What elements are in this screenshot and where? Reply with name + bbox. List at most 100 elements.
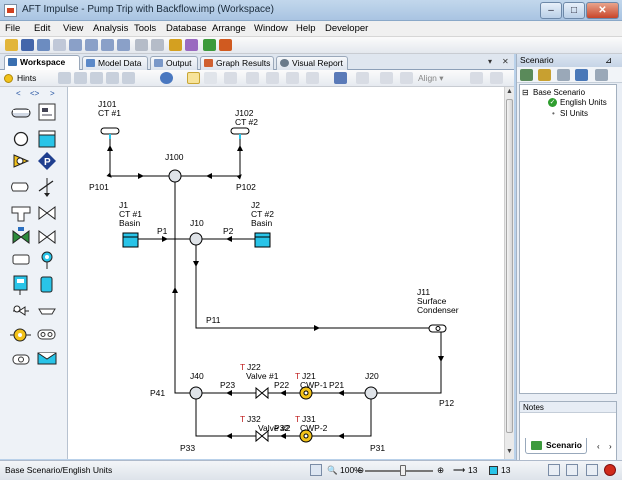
basin-icon[interactable] (37, 352, 57, 365)
save-all-icon[interactable] (37, 39, 50, 51)
palette-scroll-mid[interactable]: <> (30, 89, 39, 98)
liquid-accumulator-icon[interactable] (40, 276, 53, 293)
graph-icon[interactable] (117, 39, 130, 51)
workspace-icon[interactable] (69, 39, 82, 51)
save-icon[interactable] (21, 39, 34, 51)
scenario-new-icon[interactable] (520, 69, 533, 81)
zoom-in-icon[interactable]: ⊕ (437, 465, 444, 476)
check-valve-icon[interactable] (38, 178, 54, 197)
close-tab-icon[interactable]: ✕ (502, 57, 509, 66)
zoom-out-icon[interactable]: ⊖ (357, 465, 364, 476)
output-icon[interactable] (101, 39, 114, 51)
menu-developer[interactable]: Developer (325, 23, 368, 34)
pipe-p11[interactable] (195, 239, 441, 329)
scenario-child-icon[interactable] (538, 69, 551, 81)
scenario-si-units[interactable]: SI Units (560, 109, 588, 118)
flask-icon[interactable] (185, 39, 198, 51)
hand-icon[interactable] (204, 72, 217, 84)
relief-valve-icon[interactable] (38, 230, 56, 244)
tab-model-data[interactable]: Model Data (82, 56, 148, 70)
menu-view[interactable]: View (63, 23, 83, 34)
print-icon[interactable] (53, 39, 66, 51)
menu-arrange[interactable]: Arrange (212, 23, 246, 34)
scenario-base[interactable]: Base Scenario (533, 88, 585, 97)
tee-icon[interactable] (11, 206, 31, 222)
condenser-j11[interactable] (428, 324, 447, 333)
volume-balance-icon[interactable] (37, 329, 56, 340)
minimize-button[interactable]: – (540, 2, 562, 19)
control-valve-icon[interactable] (12, 227, 30, 244)
turbine-icon[interactable] (10, 328, 31, 342)
workspace-tool-11-icon[interactable] (334, 72, 347, 84)
valve-icon[interactable] (38, 206, 56, 220)
scroll-down-icon[interactable]: ▼ (506, 448, 513, 455)
status-tool-2-icon[interactable] (566, 464, 578, 476)
menu-database[interactable]: Database (166, 23, 207, 34)
surge-tank-icon[interactable] (38, 308, 56, 315)
workspace-tool-14-icon[interactable] (400, 72, 413, 84)
menu-analysis[interactable]: Analysis (93, 23, 128, 34)
maximize-button[interactable]: □ (563, 2, 585, 19)
workspace-scrollbar[interactable]: ▲ ▼ (504, 87, 514, 459)
menu-help[interactable]: Help (296, 23, 316, 34)
assigned-pressure-icon[interactable]: P (38, 152, 56, 170)
workspace-tool-3-icon[interactable] (90, 72, 103, 84)
branch-j40[interactable] (189, 386, 203, 400)
spray-j101[interactable] (100, 127, 120, 139)
scroll-up-icon[interactable]: ▲ (506, 88, 513, 95)
checklist-icon[interactable] (169, 39, 182, 51)
tank-j2[interactable] (254, 232, 271, 248)
workspace-tool-4-icon[interactable] (106, 72, 119, 84)
workspace-tool-9-icon[interactable] (286, 72, 299, 84)
check-icon[interactable] (203, 39, 216, 51)
gas-accumulator-icon[interactable] (13, 275, 28, 295)
menu-tools[interactable]: Tools (134, 23, 156, 34)
palette-scroll-left[interactable]: < (16, 89, 21, 98)
tank-j1[interactable] (122, 232, 139, 248)
palette-scroll-right[interactable]: > (50, 89, 55, 98)
menu-edit[interactable]: Edit (34, 23, 50, 34)
workspace-tool-7-icon[interactable] (246, 72, 259, 84)
run-icon[interactable] (219, 39, 232, 51)
menu-file[interactable]: File (5, 23, 20, 34)
tree-collapse-icon[interactable]: ⊟ (522, 88, 529, 97)
workspace-tool-16-icon[interactable] (490, 72, 503, 84)
workspace-tool-8-icon[interactable] (266, 72, 279, 84)
workspace-tool-15-icon[interactable] (470, 72, 483, 84)
branch-j20[interactable] (364, 386, 378, 400)
status-tool-3-icon[interactable] (586, 464, 598, 476)
tab-output[interactable]: Output (150, 56, 198, 70)
annotation-icon[interactable] (38, 103, 56, 121)
scenario-menu-icon[interactable] (595, 69, 608, 81)
branch-j10[interactable] (189, 232, 203, 246)
workspace-tool-13-icon[interactable] (380, 72, 393, 84)
align-dropdown[interactable]: Align ▾ (418, 72, 444, 85)
vacuum-breaker-icon[interactable] (13, 305, 29, 316)
scroll-thumb[interactable] (506, 99, 513, 433)
close-button[interactable]: ✕ (586, 2, 619, 19)
undo-icon[interactable] (135, 39, 148, 51)
workspace-tool-5-icon[interactable] (122, 72, 135, 84)
spray-icon[interactable] (41, 251, 53, 269)
tab-dropdown-icon[interactable]: ▾ (488, 57, 492, 66)
pipe-p41[interactable] (174, 176, 196, 394)
branch-icon[interactable] (13, 131, 29, 147)
spray-j102[interactable] (230, 127, 250, 139)
workspace-tool-12-icon[interactable] (356, 72, 369, 84)
scenario-english-units[interactable]: English Units (560, 98, 607, 107)
scenario-next-icon[interactable]: › (609, 442, 612, 451)
pipe-icon[interactable] (11, 108, 31, 118)
zoom-fit-icon[interactable] (310, 464, 322, 476)
heat-exchanger-icon[interactable] (12, 354, 30, 365)
pipe-p12[interactable] (371, 328, 442, 394)
menu-window[interactable]: Window (254, 23, 288, 34)
stop-icon[interactable] (604, 464, 616, 476)
status-tool-1-icon[interactable] (548, 464, 560, 476)
workspace-tool-6-icon[interactable] (224, 72, 237, 84)
pointer-icon[interactable] (187, 72, 200, 84)
tab-graph-results[interactable]: Graph Results (200, 56, 274, 70)
pipe-p102[interactable] (175, 135, 242, 180)
workspace-tool-2-icon[interactable] (74, 72, 87, 84)
area-change-icon[interactable] (12, 254, 30, 265)
model-data-icon[interactable] (85, 39, 98, 51)
